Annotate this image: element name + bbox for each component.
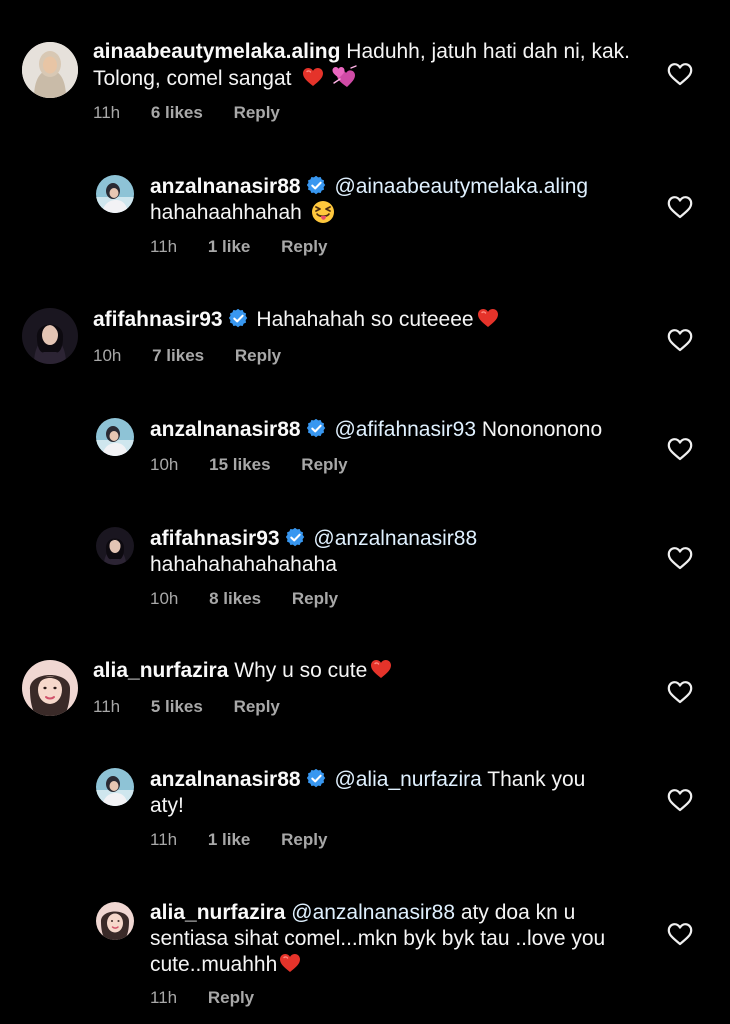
likes-count[interactable]: 1 like <box>208 237 251 256</box>
mention-link[interactable]: @afifahnasir93 <box>334 418 476 441</box>
heart-outline-icon <box>667 63 693 86</box>
red-heart-emoji <box>279 953 301 973</box>
like-button[interactable] <box>667 788 693 812</box>
likes-count[interactable]: 1 like <box>208 830 251 849</box>
comment-text: Nonononono <box>481 418 603 441</box>
username[interactable]: afifahnasir93 <box>150 527 280 550</box>
likes-count[interactable]: 8 likes <box>209 589 261 608</box>
avatar[interactable] <box>96 768 134 806</box>
avatar[interactable] <box>96 527 134 565</box>
comment-body: afifahnasir93 @anzalnanasir88 hahahahaha… <box>150 526 570 578</box>
timestamp: 11h <box>150 988 178 1007</box>
heart-outline-icon <box>667 547 693 570</box>
verified-badge-icon <box>228 309 248 328</box>
comment-body: anzalnanasir88 @alia_nurfazira Thank you… <box>150 767 620 819</box>
username[interactable]: anzalnanasir88 <box>150 768 301 791</box>
comment-meta: 11h 1 like Reply <box>150 237 353 257</box>
comment-body: ainaabeautymelaka.aling Haduhh, jatuh ha… <box>93 39 653 92</box>
heart-outline-icon <box>667 923 693 946</box>
reply-button[interactable]: Reply <box>234 103 280 122</box>
username[interactable]: afifahnasir93 <box>93 308 223 331</box>
comment-meta: 10h 8 likes Reply <box>150 589 364 609</box>
comment-text: Why u so cute <box>234 659 368 682</box>
timestamp: 11h <box>150 830 178 849</box>
comment-meta: 11h 1 like Reply <box>150 830 353 850</box>
avatar[interactable] <box>22 308 78 364</box>
heart-outline-icon <box>667 438 693 461</box>
likes-count[interactable]: 6 likes <box>151 103 203 122</box>
comment-body: alia_nurfazira @anzalnanasir88 aty doa k… <box>150 900 620 978</box>
likes-count[interactable]: 5 likes <box>151 697 203 716</box>
mention-link[interactable]: @anzalnanasir88 <box>291 901 455 924</box>
username[interactable]: anzalnanasir88 <box>150 175 301 198</box>
verified-badge-icon <box>306 769 326 788</box>
verified-badge-icon <box>285 528 305 547</box>
mention-link[interactable]: @alia_nurfazira <box>334 768 481 791</box>
avatar[interactable] <box>96 175 134 213</box>
reply-button[interactable]: Reply <box>301 455 347 474</box>
likes-count[interactable]: 15 likes <box>209 455 270 474</box>
timestamp: 10h <box>150 589 179 608</box>
comment-meta: 10h 15 likes Reply <box>150 455 374 475</box>
reply-button[interactable]: Reply <box>281 830 327 849</box>
reply-button[interactable]: Reply <box>281 237 327 256</box>
comment-meta: 11h 6 likes Reply <box>93 103 306 123</box>
like-button[interactable] <box>667 922 693 946</box>
username[interactable]: ainaabeautymelaka.aling <box>93 40 340 63</box>
comment-body: afifahnasir93 Hahahahah so cuteeee <box>93 307 653 333</box>
avatar[interactable] <box>22 42 78 98</box>
comment-text: Hahahahah so cuteeee <box>256 308 474 331</box>
likes-count[interactable]: 7 likes <box>152 346 204 365</box>
two-hearts-emoji <box>332 65 357 87</box>
reply-button[interactable]: Reply <box>235 346 281 365</box>
timestamp: 11h <box>150 237 178 256</box>
like-button[interactable] <box>667 328 693 352</box>
comment-body: anzalnanasir88 @afifahnasir93 Nonononono <box>150 417 650 443</box>
username[interactable]: anzalnanasir88 <box>150 418 301 441</box>
comment-text: hahahahahahahaha <box>150 553 337 576</box>
username[interactable]: alia_nurfazira <box>93 659 228 682</box>
avatar[interactable] <box>96 418 134 456</box>
heart-outline-icon <box>667 329 693 352</box>
comment-meta: 11h Reply <box>150 988 280 1008</box>
heart-outline-icon <box>667 789 693 812</box>
comment-text: hahahaahhahah <box>150 201 302 224</box>
heart-outline-icon <box>667 681 693 704</box>
comment-body: anzalnanasir88 @ainaabeautymelaka.aling … <box>150 174 640 226</box>
comment-meta: 11h 5 likes Reply <box>93 697 306 717</box>
reply-button[interactable]: Reply <box>208 988 254 1007</box>
avatar[interactable] <box>22 660 78 716</box>
red-heart-emoji <box>476 308 499 328</box>
mention-link[interactable]: @anzalnanasir88 <box>313 527 477 550</box>
verified-badge-icon <box>306 419 326 438</box>
timestamp: 11h <box>93 103 121 122</box>
comment-meta: 10h 7 likes Reply <box>93 346 307 366</box>
reply-button[interactable]: Reply <box>234 697 280 716</box>
reply-button[interactable]: Reply <box>292 589 338 608</box>
timestamp: 10h <box>93 346 122 365</box>
timestamp: 11h <box>93 697 121 716</box>
timestamp: 10h <box>150 455 179 474</box>
username[interactable]: alia_nurfazira <box>150 901 285 924</box>
squinting-tongue-emoji <box>311 201 334 223</box>
like-button[interactable] <box>667 437 693 461</box>
like-button[interactable] <box>667 680 693 704</box>
red-heart-emoji <box>302 67 325 87</box>
verified-badge-icon <box>306 176 326 195</box>
red-heart-emoji <box>370 659 393 679</box>
mention-link[interactable]: @ainaabeautymelaka.aling <box>334 175 588 198</box>
heart-outline-icon <box>667 196 693 219</box>
avatar[interactable] <box>96 902 134 940</box>
like-button[interactable] <box>667 195 693 219</box>
like-button[interactable] <box>667 546 693 570</box>
comment-body: alia_nurfazira Why u so cute <box>93 658 653 684</box>
like-button[interactable] <box>667 62 693 86</box>
